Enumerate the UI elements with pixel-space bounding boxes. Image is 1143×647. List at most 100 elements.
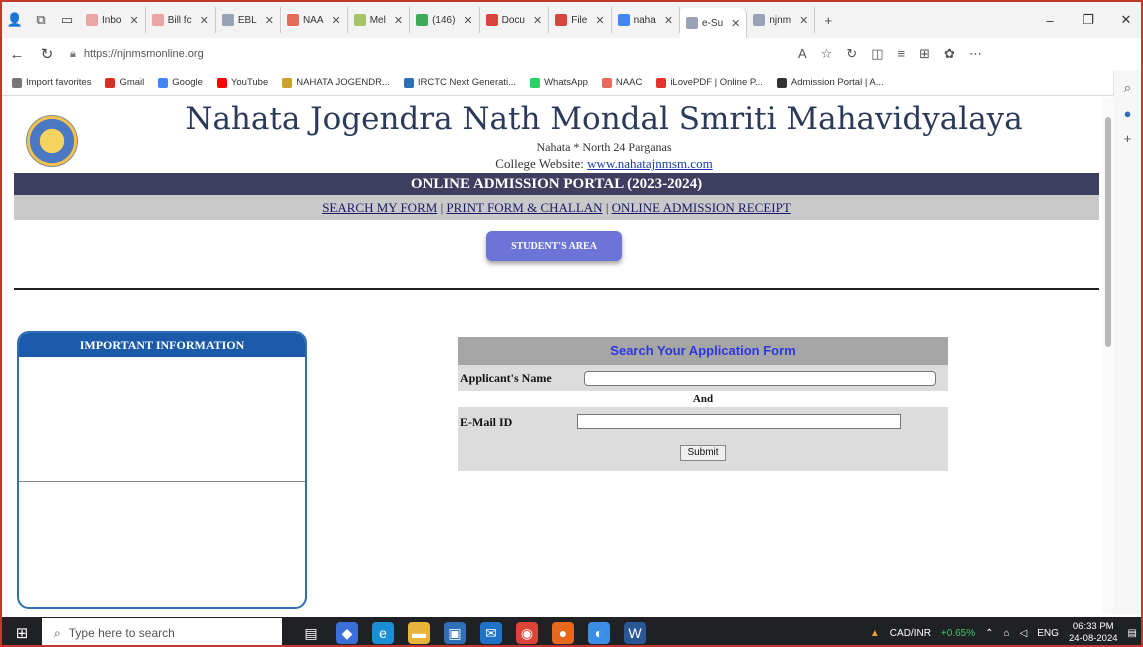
notifications-icon[interactable]: ▤ (1128, 628, 1137, 639)
new-tab-icon[interactable]: + (815, 7, 841, 33)
favorite-label: NAAC (615, 77, 643, 88)
network-icon[interactable]: ⌂ (1004, 628, 1010, 639)
close-tab-icon[interactable]: ✕ (129, 14, 138, 27)
close-tab-icon[interactable]: ✕ (463, 14, 472, 27)
file-explorer-icon[interactable]: ▬ (408, 622, 430, 644)
store-icon[interactable]: ▣ (444, 622, 466, 644)
windows-start-icon[interactable]: ⊞ (2, 624, 42, 642)
browser-tab[interactable]: njnm ✕ (747, 7, 816, 33)
add-sidebar-icon[interactable]: + (1114, 131, 1141, 146)
mail-icon[interactable]: ✉ (480, 622, 502, 644)
favorite-item[interactable]: Admission Portal | A... (776, 77, 884, 88)
restore-icon[interactable]: ❐ (1069, 2, 1107, 38)
browser-tab[interactable]: Docu ✕ (480, 7, 550, 33)
and-label: And (692, 393, 714, 405)
volume-icon[interactable]: ◁ (1020, 628, 1028, 639)
email-input[interactable] (577, 414, 901, 429)
close-tab-icon[interactable]: ✕ (200, 14, 209, 27)
close-tab-icon[interactable]: ✕ (394, 14, 403, 27)
collections-icon[interactable]: ⊞ (919, 46, 930, 62)
tray-chevron-icon[interactable]: ⌃ (985, 628, 993, 639)
favorite-label: YouTube (230, 77, 269, 88)
page-scrollbar[interactable] (1102, 97, 1114, 613)
favorite-item[interactable]: WhatsApp (530, 77, 588, 88)
browser-tab[interactable]: (146) ✕ (410, 7, 480, 33)
email-row: E-Mail ID Submit (458, 407, 948, 471)
ticker-label[interactable]: CAD/INR (890, 628, 931, 639)
tab-actions-icon[interactable]: ▭ (54, 7, 80, 33)
tab-favicon-icon (353, 14, 366, 26)
favorite-item[interactable]: YouTube (216, 77, 269, 88)
copilot-app-icon[interactable]: ◆ (336, 622, 358, 644)
tab-label: Bill fc (167, 14, 192, 26)
browser-tab[interactable]: Mel ✕ (348, 7, 411, 33)
favorite-item[interactable]: Google (158, 77, 203, 88)
taskbar-search[interactable]: ⌕ Type here to search (42, 618, 282, 645)
back-icon[interactable]: ← (2, 46, 32, 63)
chrome-icon[interactable]: ◉ (516, 622, 538, 644)
browser-tab[interactable]: EBL ✕ (216, 7, 281, 33)
copilot-icon[interactable]: ● (1114, 106, 1141, 121)
close-tab-icon[interactable]: ✕ (664, 14, 673, 27)
clock[interactable]: 06:33 PM 24-08-2024 (1069, 621, 1118, 645)
word-icon[interactable]: W (624, 622, 646, 644)
system-tray: ▲ CAD/INR +0.65% ⌃ ⌂ ◁ ENG 06:33 PM 24-0… (870, 617, 1137, 645)
refresh-page-icon[interactable]: ↻ (846, 46, 857, 62)
student-area-button[interactable]: STUDENT'S AREA (486, 231, 622, 261)
search-form-link[interactable]: SEARCH MY FORM (322, 200, 437, 215)
print-form-link[interactable]: PRINT FORM & CHALLAN (446, 200, 602, 215)
more-menu-icon[interactable]: ⋯ (969, 46, 982, 62)
browser-tab[interactable]: e-Su ✕ (680, 8, 748, 38)
browser-tab[interactable]: Inbo ✕ (80, 7, 146, 33)
favorite-star-icon[interactable]: ☆ (821, 46, 833, 62)
browser-tab[interactable]: naha ✕ (612, 7, 681, 33)
receipt-link[interactable]: ONLINE ADMISSION RECEIPT (612, 200, 791, 215)
browser-tab[interactable]: NAA ✕ (281, 7, 348, 33)
task-view-icon[interactable]: ▤ (300, 622, 322, 644)
close-tab-icon[interactable]: ✕ (595, 14, 604, 27)
app-icon[interactable]: ◐ (588, 622, 610, 644)
split-screen-icon[interactable]: ◫ (871, 46, 883, 62)
favorite-item[interactable]: IRCTC Next Generati... (403, 77, 516, 88)
portal-title: ONLINE ADMISSION PORTAL (2023-2024) (14, 173, 1099, 195)
favorite-item[interactable]: NAAC (601, 77, 643, 88)
language-indicator[interactable]: ENG (1037, 628, 1059, 639)
close-tab-icon[interactable]: ✕ (265, 14, 274, 27)
firefox-icon[interactable]: ● (552, 622, 574, 644)
favorite-item[interactable]: Gmail (105, 77, 144, 88)
submit-button[interactable]: Submit (680, 445, 726, 461)
close-window-icon[interactable]: ✕ (1107, 2, 1141, 38)
favorite-item[interactable]: Import favorites (12, 77, 91, 88)
applicant-name-input[interactable] (584, 371, 936, 386)
tab-label: EBL (237, 14, 257, 26)
browser-tab[interactable]: Bill fc ✕ (146, 7, 216, 33)
website-link[interactable]: www.nahatajnmsm.com (587, 156, 713, 171)
search-icon[interactable]: ⌕ (1114, 80, 1141, 96)
favorite-icon (158, 77, 169, 88)
scrollbar-thumb[interactable] (1105, 117, 1111, 347)
tab-favicon-icon (485, 14, 498, 26)
workspaces-icon[interactable]: ⧉ (28, 7, 54, 33)
favorites-icon[interactable]: ≡ (898, 46, 906, 62)
menu-separator: | (602, 200, 612, 215)
refresh-icon[interactable]: ↻ (32, 45, 62, 63)
read-aloud-icon[interactable]: A (798, 46, 807, 62)
close-tab-icon[interactable]: ✕ (533, 14, 542, 27)
profile-icon[interactable]: 👤 (2, 7, 28, 33)
close-tab-icon[interactable]: ✕ (799, 14, 808, 27)
tab-list: Inbo ✕ Bill fc ✕ EBL ✕ NAA ✕ Mel ✕ (146) ✕ Docu ✕ File… (80, 2, 816, 38)
tab-favicon-icon (86, 14, 98, 26)
taskbar-apps: ▤ ◆ e ▬ ▣ ✉ ◉ ● ◐ W (300, 622, 646, 644)
favorite-icon (12, 77, 22, 88)
url-field[interactable]: 🔒︎ https://njnmsmonline.org (70, 42, 790, 66)
favorite-item[interactable]: NAHATA JOGENDR... (282, 77, 390, 88)
tab-label: njnm (769, 14, 792, 26)
favorite-item[interactable]: iLovePDF | Online P... (656, 77, 763, 88)
minimize-icon[interactable]: – (1031, 2, 1069, 38)
and-row: And (458, 391, 948, 407)
extension-icon[interactable]: ✿ (944, 46, 955, 62)
close-tab-icon[interactable]: ✕ (332, 14, 341, 27)
edge-icon[interactable]: e (372, 622, 394, 644)
browser-tab[interactable]: File ✕ (549, 7, 612, 33)
close-tab-icon[interactable]: ✕ (731, 17, 740, 30)
